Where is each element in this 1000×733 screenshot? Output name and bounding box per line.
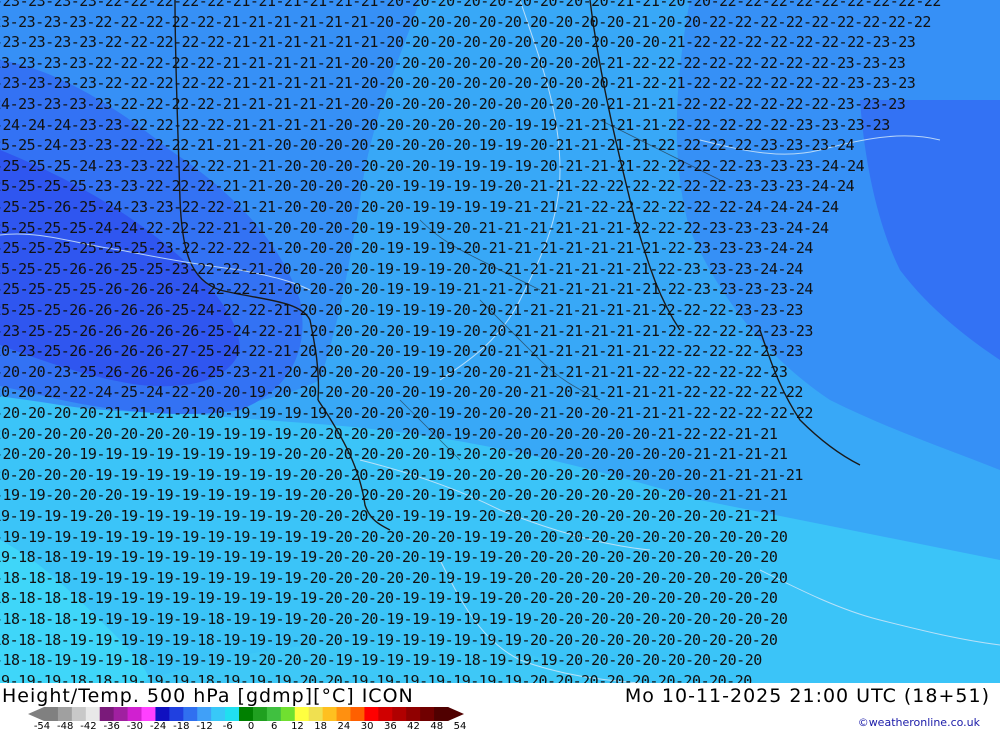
- colorbar-tick-label: 54: [453, 721, 467, 732]
- map-title: Height/Temp. 500 hPa [gdmp][°C] ICON: [2, 685, 414, 707]
- colorbar-swatch: [225, 707, 240, 721]
- temperature-label-row: -20-20-23-25-26-26-26-26-25-23-21-20-20-…: [0, 362, 788, 381]
- temperature-label-row: -19-19-20-20-20-19-19-19-19-19-19-19-20-…: [0, 486, 788, 505]
- colorbar-tick-label: -48: [57, 721, 74, 732]
- colorbar-swatch: [308, 707, 324, 721]
- colorbar-ticks: -54 -48 -42 -36 -30 -24 -18 -12 -6 0 6 12 18 24 30 36 42…: [33, 721, 467, 733]
- colorbar-swatch: [44, 707, 59, 721]
- colorbar-swatch: [113, 707, 129, 721]
- colorbar-tick-label: 6: [271, 721, 278, 732]
- colorbar-swatch: [211, 707, 226, 721]
- temperature-label-row: -25-25-26-25-24-23-23-22-22-21-21-20-20-…: [0, 198, 839, 216]
- temperature-label-row: -23-23-23-23-22-22-22-22-22-21-21-21-21-…: [0, 12, 931, 31]
- colorbar-tick-label: 18: [314, 721, 328, 732]
- temperature-label-row: -25-25-25-25-25-25-23-22-22-22-21-20-20-…: [0, 239, 813, 258]
- temperature-label-row: -25-25-25-26-26-25-25-23-22-22-21-20-20-…: [0, 259, 803, 278]
- colorbar-swatch: [141, 707, 156, 721]
- temperature-label-row: -20-23-25-26-26-26-26-27-25-24-22-21-20-…: [0, 342, 803, 361]
- site-credit: ©weatheronline.co.uk: [857, 716, 980, 729]
- colorbar-swatch: [434, 707, 449, 721]
- colorbar-tick-label: 0: [247, 721, 255, 732]
- temperature-label-row: -23-23-23-23-22-22-22-22-22-21-21-21-21-…: [0, 74, 916, 93]
- colorbar-swatch: [239, 707, 254, 721]
- temperature-label-row: -19-18-18-19-19-19-19-19-19-19-19-19-19-…: [0, 548, 778, 567]
- temperature-label-row: -25-25-25-24-23-23-22-22-22-21-21-20-20-…: [0, 156, 865, 175]
- colorbar-swatch: [85, 707, 101, 721]
- colorbar-tick-label: -30: [126, 721, 144, 732]
- temperature-label-row: -20-20-20-20-19-19-19-19-19-19-19-19-20-…: [0, 465, 803, 484]
- colorbar-tick-label: -36: [103, 721, 120, 732]
- colorbar-swatch: [336, 707, 351, 721]
- colorbar-tick-label: -24: [149, 721, 167, 732]
- temperature-label-row: -23-23-23-23-22-22-22-22-22-21-21-21-21-…: [0, 0, 941, 10]
- colorbar-tick-label: 30: [360, 721, 374, 732]
- temperature-label-row: -25-25-24-23-23-22-22-22-21-21-21-20-20-…: [0, 136, 855, 155]
- colorbar-tick-label: -18: [173, 721, 190, 732]
- colorbar-swatch: [378, 707, 393, 721]
- temperature-label-row: -18-18-18-19-19-19-19-19-19-19-19-19-20-…: [0, 568, 788, 587]
- colorbar-swatch: [406, 707, 421, 721]
- temperature-label-row: -25-25-25-25-26-26-26-24-22-22-21-20-20-…: [0, 280, 813, 299]
- colorbar-swatch: [266, 707, 282, 721]
- colorbar-swatch: [322, 707, 338, 721]
- temperature-label-row: -23-25-25-26-26-26-26-26-25-24-22-21-20-…: [0, 321, 813, 340]
- temperature-labels: -23-23-23-23-22-22-22-22-22-21-21-21-21-…: [0, 0, 1000, 683]
- colorbar-swatch: [350, 707, 365, 721]
- colorbar-swatch: [364, 707, 379, 721]
- temperature-label-row: -25-25-25-25-23-23-22-22-22-21-21-20-20-…: [0, 177, 855, 196]
- colorbar-swatch: [197, 707, 212, 721]
- colorbar: [28, 707, 464, 721]
- temperature-label-row: -24-24-24-23-23-22-22-22-22-21-21-21-21-…: [0, 115, 890, 134]
- colorbar-tick-label: -12: [196, 721, 213, 732]
- temperature-label-row: -20-20-20-20-20-20-20-20-19-19-19-19-20-…: [0, 424, 778, 443]
- temperature-label-row: -18-18-18-19-19-19-19-19-18-19-19-19-20-…: [0, 610, 788, 628]
- colorbar-tick-label: 42: [407, 721, 420, 732]
- temperature-label-row: -23-23-23-23-22-22-22-22-22-21-21-21-21-…: [0, 53, 906, 72]
- colorbar-swatch: [183, 707, 198, 721]
- colorbar-arrow-left: [28, 707, 44, 721]
- temperature-label-row: -19-19-19-18-18-19-19-19-18-19-19-19-20-…: [0, 671, 752, 683]
- temperature-label-row: -20-20-22-22-24-25-24-22-20-20-19-20-20-…: [0, 383, 803, 402]
- colorbar-tick-label: 48: [430, 721, 444, 732]
- temperature-label-row: -24-23-23-23-23-22-22-22-22-21-21-21-21-…: [0, 95, 906, 113]
- colorbar-swatch: [420, 707, 435, 721]
- temperature-label-row: -25-25-25-26-26-26-26-25-24-22-22-21-20-…: [0, 301, 803, 319]
- colorbar-swatch: [127, 707, 143, 721]
- colorbar-swatch: [169, 707, 184, 721]
- temperature-label-row: -19-19-19-19-19-19-19-19-19-19-19-19-19-…: [0, 527, 788, 546]
- colorbar-tick-label: -42: [80, 721, 97, 732]
- temperature-label-row: -18-18-18-19-19-19-19-19-18-19-19-19-20-…: [0, 630, 778, 649]
- temperature-label-row: -18-18-18-18-19-19-19-19-19-19-19-19-19-…: [0, 589, 778, 608]
- colorbar-tick-label: 36: [383, 721, 397, 732]
- temperature-label-row: -19-19-19-19-20-19-19-19-19-19-19-19-20-…: [0, 507, 778, 525]
- colorbar-tick-label: -6: [222, 721, 233, 732]
- map-area: -23-23-23-23-22-22-22-22-22-21-21-21-21-…: [0, 0, 1000, 683]
- temperature-label-row: -25-25-25-25-24-24-22-22-22-21-21-20-20-…: [0, 218, 829, 237]
- colorbar-swatch: [280, 707, 296, 721]
- colorbar-tick-label: 12: [291, 721, 304, 732]
- colorbar-swatch: [99, 707, 115, 721]
- temperature-label-row: -23-23-23-23-22-22-22-22-22-21-21-21-21-…: [0, 33, 916, 52]
- temperature-label-row: -20-20-20-20-21-21-21-21-20-19-19-19-19-…: [0, 404, 813, 422]
- colorbar-swatch: [392, 707, 407, 721]
- colorbar-swatch: [155, 707, 170, 721]
- temperature-label-row: -18-18-19-19-19-18-19-19-19-19-20-20-20-…: [0, 651, 762, 670]
- footer-bar: Height/Temp. 500 hPa [gdmp][°C] ICON Mo …: [0, 683, 1000, 733]
- colorbar-tick-label: 24: [337, 721, 351, 732]
- colorbar-swatch: [252, 707, 268, 721]
- colorbar-tick-label: -54: [33, 721, 51, 732]
- colorbar-swatch: [71, 707, 87, 721]
- colorbar-swatch: [57, 707, 73, 721]
- colorbar-swatch: [294, 707, 310, 721]
- temperature-label-row: -20-20-20-19-19-19-19-19-19-19-19-20-20-…: [0, 445, 788, 464]
- valid-time: Mo 10-11-2025 21:00 UTC (18+51): [624, 685, 990, 707]
- colorbar-arrow-right: [448, 707, 464, 721]
